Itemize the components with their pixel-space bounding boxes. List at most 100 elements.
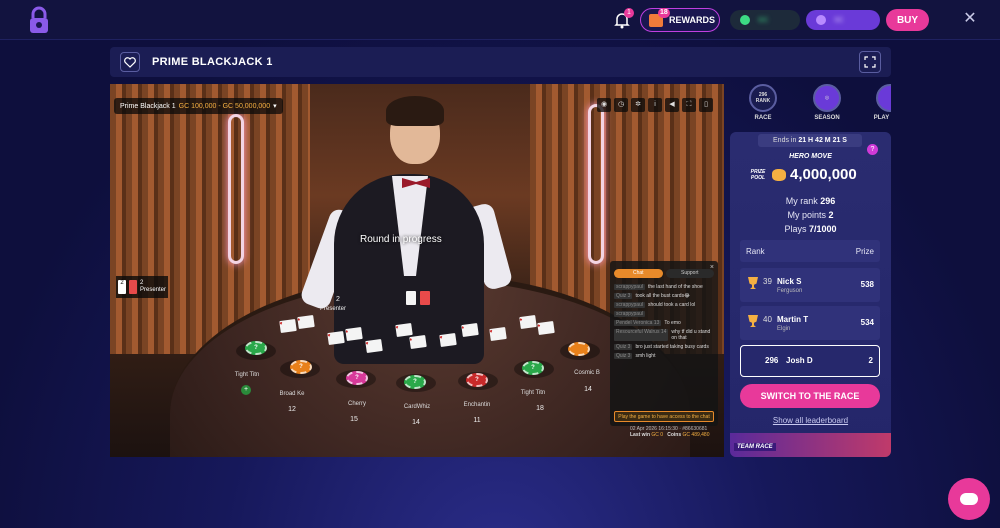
table-card: ♠ xyxy=(537,320,555,336)
row-name: Nick S xyxy=(777,277,802,286)
rewards-button[interactable]: 18 REWARDS xyxy=(640,8,720,32)
chat-close-icon[interactable]: × xyxy=(710,264,714,271)
seat-number: 11 xyxy=(473,417,481,424)
row-prize: 534 xyxy=(860,318,874,327)
rank-circle: 296 RANK xyxy=(749,84,777,112)
plays-label: Plays xyxy=(784,224,807,234)
dealer-hair xyxy=(386,96,444,126)
row-name: Martin T xyxy=(777,315,809,324)
coins-value: GC 489,480 xyxy=(682,432,710,438)
tab-support[interactable]: Support xyxy=(665,269,714,278)
chat-user: Quiz 3 xyxy=(614,353,633,359)
notification-badge: 1 xyxy=(624,8,634,18)
ends-label: Ends in xyxy=(773,137,797,144)
close-icon[interactable]: ✕ xyxy=(962,11,978,27)
row-location: Ferguson xyxy=(777,288,803,294)
row-location: Elgin xyxy=(777,326,791,332)
chat-tabs: Chat Support xyxy=(614,269,714,278)
race-timer: Ends in 21 H 42 M 21 S xyxy=(758,134,862,147)
presenter-table-label: Presenter xyxy=(320,306,347,312)
chat-text: To emo xyxy=(664,320,681,326)
my-points-value: 2 xyxy=(828,210,834,220)
chat-user: Pendel Veronica 13 xyxy=(614,320,662,326)
chat-access-notice[interactable]: Play the game to have access to the chat xyxy=(614,411,714,422)
coins-label: Coins xyxy=(667,432,682,438)
buy-button[interactable]: BUY xyxy=(886,9,929,31)
neon-light xyxy=(228,114,244,264)
tab-race[interactable]: 296 RANK RACE xyxy=(746,84,780,121)
settings-icon[interactable]: ✲ xyxy=(631,98,645,112)
seat-player-name: Tight Titn xyxy=(520,390,546,396)
my-rank-value: 296 xyxy=(820,196,836,206)
fullscreen-icon[interactable]: ⛶ xyxy=(682,98,696,112)
top-bar: 1 18 REWARDS GC SC BUY ✕ xyxy=(0,0,1000,40)
table-card: ♥ xyxy=(395,322,413,338)
table-limits-dropdown[interactable]: Prime Blackjack 1 GC 100,000 - GC 50,000… xyxy=(114,98,283,114)
table-card: ♥ xyxy=(327,330,345,346)
gc-balance-pill[interactable]: GC xyxy=(730,10,800,30)
lock-logo-icon[interactable] xyxy=(28,6,50,34)
trophy-icon xyxy=(748,277,758,289)
ends-value: 21 H 42 M 21 S xyxy=(798,137,847,144)
volume-icon[interactable]: ◀ xyxy=(665,98,679,112)
row-rank: 39 xyxy=(763,277,772,286)
coins-icon xyxy=(772,168,786,181)
row-rank: 40 xyxy=(763,315,772,324)
last-win-value: GC 0 xyxy=(651,432,664,438)
fullscreen-button[interactable] xyxy=(859,51,881,73)
support-chat-button[interactable] xyxy=(948,478,990,520)
seat-player-name: Broad Ke xyxy=(279,391,305,397)
tab-chat[interactable]: Chat xyxy=(614,269,663,278)
team-race-banner[interactable]: TEAM RACE xyxy=(730,433,891,457)
show-all-leaderboard-link[interactable]: Show all leaderboard xyxy=(730,416,891,425)
playing-card: 2 xyxy=(118,280,126,294)
chat-user: scrappypaul xyxy=(614,302,645,308)
expand-icon xyxy=(864,56,876,68)
presenter-score: 2 xyxy=(140,280,144,286)
my-rank-label: My rank xyxy=(785,196,818,206)
chip: ? xyxy=(290,360,312,374)
mobile-icon[interactable]: ▯ xyxy=(699,98,713,112)
seat-player-name: CardWhiz xyxy=(403,404,431,410)
my-points-label: My points xyxy=(787,210,826,220)
seat-player-name: Tight Titn xyxy=(234,372,260,378)
tab-season[interactable]: ◎ SEASON xyxy=(810,84,844,121)
history-icon[interactable]: ◷ xyxy=(614,98,628,112)
chat-user: Resourceful Walrus 14 xyxy=(614,329,669,341)
chip: ? xyxy=(522,361,544,375)
tab-play[interactable]: PLAY xyxy=(872,84,891,121)
game-video[interactable]: Prime Blackjack 1 GC 100,000 - GC 50,000… xyxy=(110,84,724,457)
seat-player-name: Cherry xyxy=(347,401,366,407)
add-bet-icon[interactable]: + xyxy=(241,385,251,395)
switch-to-race-button[interactable]: SWITCH TO THE RACE xyxy=(740,384,880,408)
rank-header: Rank xyxy=(746,246,765,256)
table-card: ♥ xyxy=(439,332,457,348)
favorite-button[interactable] xyxy=(120,52,140,72)
seat-number: 14 xyxy=(584,386,592,393)
my-row-prize: 2 xyxy=(868,356,873,365)
race-card: Ends in 21 H 42 M 21 S ? HERO MOVE PRIZE… xyxy=(730,132,891,457)
chat-message: Quiz 3 took all the bust cards😂 xyxy=(614,293,714,299)
sidebar-tabs: 296 RANK RACE ◎ SEASON PLAY xyxy=(730,84,891,128)
chat-message: Quiz 3 bro just started taking busy cards xyxy=(614,344,714,350)
tab-race-label: RACE xyxy=(754,115,772,121)
prize-pool-value: 4,000,000 xyxy=(790,166,857,183)
info-icon[interactable]: i xyxy=(648,98,662,112)
gc-balance: GC xyxy=(758,16,769,24)
eye-icon[interactable]: ◉ xyxy=(597,98,611,112)
game-header: PRIME BLACKJACK 1 xyxy=(110,47,891,77)
sc-balance-pill[interactable]: SC xyxy=(806,10,880,30)
neon-light xyxy=(588,104,604,264)
tab-rank-label: RANK xyxy=(755,98,771,104)
dealer-card xyxy=(406,291,416,305)
my-row-name: Josh D xyxy=(786,356,813,365)
chat-message: Resourceful Walrus 14 why tf did u stand … xyxy=(614,329,714,341)
chat-bubble-icon xyxy=(960,493,978,505)
chat-text: should took a card lol xyxy=(647,302,696,308)
dealer-card xyxy=(420,291,430,305)
sc-balance: SC xyxy=(834,16,844,24)
my-rank: My rank 296 xyxy=(730,196,891,206)
play-icon xyxy=(876,84,891,112)
team-race-label: TEAM RACE xyxy=(734,443,776,451)
rewards-badge: 18 xyxy=(658,8,670,18)
